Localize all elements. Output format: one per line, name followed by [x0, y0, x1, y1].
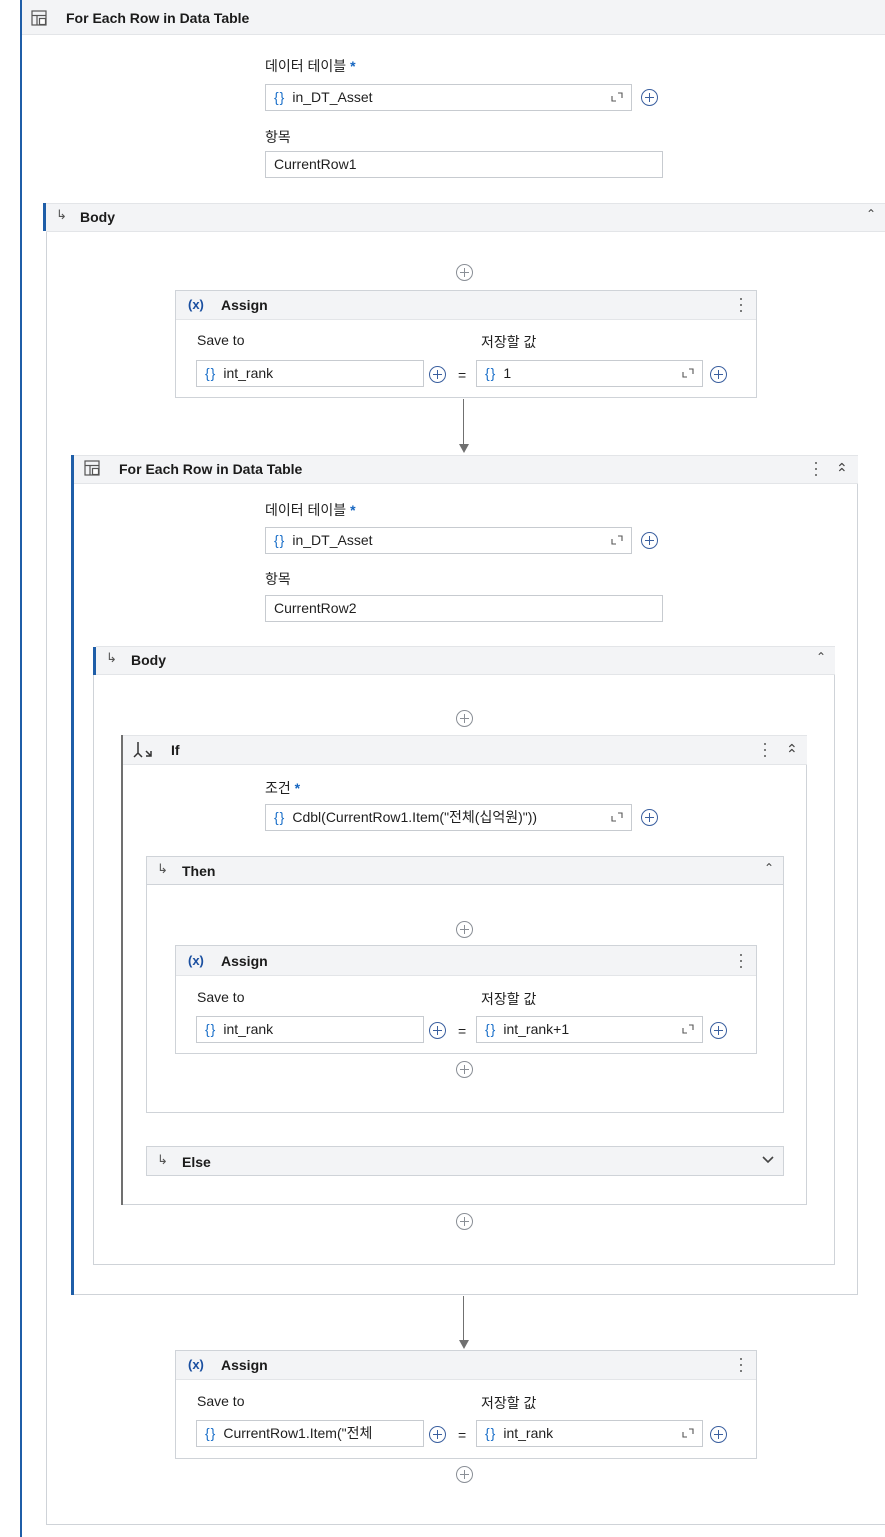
assign-icon: (x) — [188, 297, 204, 312]
assign-icon: (x) — [188, 953, 204, 968]
add-variable-icon[interactable] — [710, 1426, 727, 1443]
outer-item-label: 항목 — [265, 129, 291, 145]
else-arrow-icon: ↳ — [157, 1152, 168, 1167]
add-variable-icon[interactable] — [641, 809, 658, 826]
outer-foreach-title: For Each Row in Data Table — [66, 10, 250, 26]
insert-activity-icon[interactable] — [456, 1061, 473, 1078]
inner-datatable-field[interactable]: {} in_DT_Asset — [265, 527, 632, 554]
add-variable-icon[interactable] — [710, 366, 727, 383]
inner-datatable-label: 데이터 테이블 * — [265, 502, 356, 518]
outer-datatable-field[interactable]: {} in_DT_Asset — [265, 84, 632, 111]
expand-editor-icon[interactable] — [611, 812, 623, 822]
insert-activity-icon[interactable] — [456, 1466, 473, 1483]
inner-item-field[interactable]: CurrentRow2 — [265, 595, 663, 622]
add-variable-icon[interactable] — [429, 1426, 446, 1443]
expand-editor-icon[interactable] — [611, 535, 623, 545]
assign1-value-field[interactable]: {} 1 — [476, 360, 703, 387]
assign3-value-field[interactable]: {} int_rank — [476, 1420, 703, 1447]
inner-body-header[interactable] — [96, 646, 835, 675]
collapse-double-chevron-icon[interactable]: ⌃ ⌃ — [786, 741, 798, 762]
else-header[interactable] — [146, 1146, 784, 1176]
assign3-saveto-label: Save to — [197, 1393, 245, 1409]
assign1-value-label: 저장할 값 — [481, 334, 537, 350]
add-variable-icon[interactable] — [710, 1022, 727, 1039]
connector-arrow-icon — [459, 444, 469, 453]
assign1-saveto-label: Save to — [197, 332, 245, 348]
assign1-title: Assign — [221, 297, 268, 313]
more-options-icon[interactable] — [739, 954, 743, 970]
insert-activity-icon[interactable] — [456, 1213, 473, 1230]
add-variable-icon[interactable] — [429, 366, 446, 383]
outer-body-header[interactable] — [46, 203, 885, 232]
inner-body-label: Body — [131, 652, 166, 668]
assign2-value-field[interactable]: {} int_rank+1 — [476, 1016, 703, 1043]
connector-line — [463, 1296, 464, 1342]
assign2-value-label: 저장할 값 — [481, 991, 537, 1007]
outer-item-field[interactable]: CurrentRow1 — [265, 151, 663, 178]
assign-icon: (x) — [188, 1357, 204, 1372]
collapse-chevron-icon[interactable]: ⌃ — [764, 861, 774, 875]
assign2-saveto-label: Save to — [197, 989, 245, 1005]
inner-item-label: 항목 — [265, 571, 291, 587]
assign2-saveto-field[interactable]: {} int_rank — [196, 1016, 424, 1043]
connector-line — [463, 399, 464, 445]
expand-editor-icon[interactable] — [611, 92, 623, 102]
expand-editor-icon[interactable] — [682, 1428, 694, 1438]
add-variable-icon[interactable] — [429, 1022, 446, 1039]
if-condition-label: 조건 * — [265, 780, 301, 796]
then-label: Then — [182, 863, 216, 879]
assign3-title: Assign — [221, 1357, 268, 1373]
expand-editor-icon[interactable] — [682, 368, 694, 378]
collapse-chevron-icon[interactable]: ⌃ — [866, 207, 876, 221]
if-title: If — [171, 742, 180, 758]
insert-activity-icon[interactable] — [456, 710, 473, 727]
if-branch-icon — [133, 742, 152, 758]
outer-body-label: Body — [80, 209, 115, 225]
add-variable-icon[interactable] — [641, 89, 658, 106]
more-options-icon[interactable] — [814, 462, 818, 478]
if-header[interactable] — [123, 735, 807, 765]
table-icon — [84, 460, 100, 476]
expand-chevron-icon[interactable] — [762, 1156, 774, 1164]
equals-sign: = — [458, 367, 467, 383]
table-icon — [31, 10, 47, 26]
body-arrow-icon: ↳ — [56, 207, 67, 222]
assign1-saveto-field[interactable]: {} int_rank — [196, 360, 424, 387]
expand-editor-icon[interactable] — [682, 1024, 694, 1034]
equals-sign: = — [458, 1427, 467, 1443]
insert-activity-icon[interactable] — [456, 921, 473, 938]
outer-left-accent — [20, 0, 22, 1537]
collapse-chevron-icon[interactable]: ⌃ — [816, 650, 826, 664]
add-variable-icon[interactable] — [641, 532, 658, 549]
outer-datatable-label: 데이터 테이블 * — [265, 58, 356, 74]
assign3-value-label: 저장할 값 — [481, 1395, 537, 1411]
else-label: Else — [182, 1154, 211, 1170]
if-condition-field[interactable]: {} Cdbl(CurrentRow1.Item("전체(십억원)")) — [265, 804, 632, 831]
then-header[interactable] — [146, 856, 784, 885]
more-options-icon[interactable] — [739, 1358, 743, 1374]
assign2-title: Assign — [221, 953, 268, 969]
connector-arrow-icon — [459, 1340, 469, 1349]
then-arrow-icon: ↳ — [157, 861, 168, 876]
more-options-icon[interactable] — [763, 743, 767, 759]
inner-foreach-title: For Each Row in Data Table — [119, 461, 303, 477]
body-arrow-icon: ↳ — [106, 650, 117, 665]
equals-sign: = — [458, 1023, 467, 1039]
assign3-saveto-field[interactable]: {} CurrentRow1.Item("전체 — [196, 1420, 424, 1447]
more-options-icon[interactable] — [739, 298, 743, 314]
collapse-double-chevron-icon[interactable]: ⌃ ⌃ — [836, 460, 848, 481]
insert-activity-icon[interactable] — [456, 264, 473, 281]
